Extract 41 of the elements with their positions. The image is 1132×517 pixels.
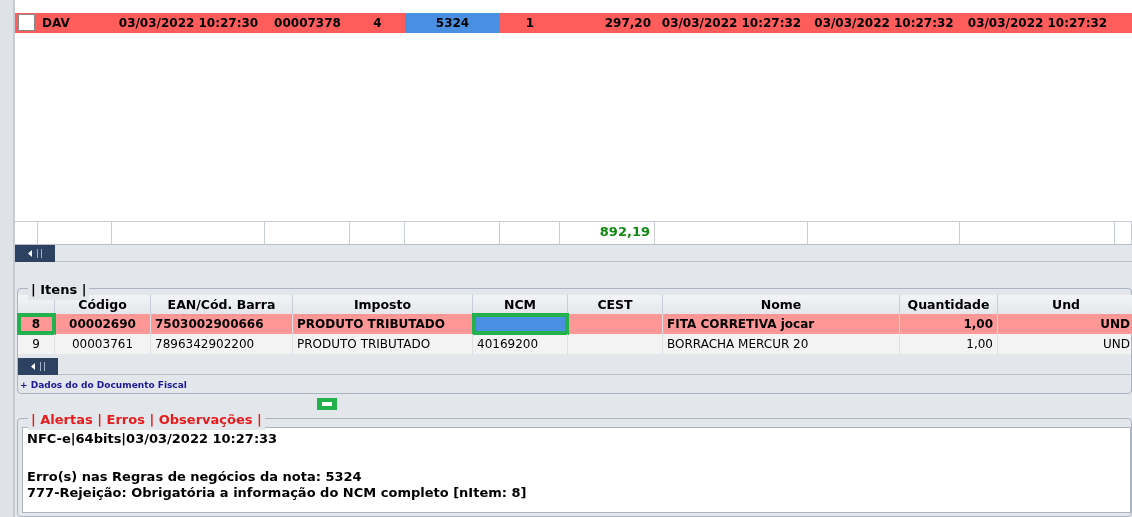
column-header[interactable]: Quantidade (900, 295, 998, 314)
table-cell: PRODUTO TRIBUTADO (293, 334, 473, 354)
table-cell: 00003761 (55, 334, 151, 354)
table-cell-text: 00007378 (273, 15, 342, 32)
table-cell-text: 4 (372, 15, 383, 32)
scroll-arrow-icon (28, 249, 42, 258)
message-line: Erro(s) nas Regras de negócios da nota: 5324 (27, 469, 363, 485)
total-value: 892,19 (560, 221, 655, 244)
column-header[interactable]: CEST (568, 295, 663, 314)
table-cell-text: 03/03/2022 10:27:32 (813, 15, 955, 32)
scrollbar[interactable] (15, 245, 1132, 262)
table-cell: 1,00 (900, 334, 998, 354)
table-cell: UND (998, 334, 1132, 354)
table-cell: 7896342902200 (151, 334, 293, 354)
scroll-arrow-icon (31, 362, 45, 371)
table-cell-text: DAV (41, 15, 71, 32)
table-cell-text: 03/03/2022 10:27:32 (660, 15, 803, 32)
column-header[interactable]: Imposto (293, 295, 473, 314)
splitter-handle[interactable] (317, 398, 337, 410)
message-line: NFC-e|64bits|03/03/2022 10:27:33 (27, 431, 279, 447)
item-row[interactable]: 8 00002690 7503002900666 PRODUTO TRIBUTADO FITA CORRETIVA jocar 1,00 UND (18, 314, 1131, 334)
table-cell-text: 297,20 (603, 15, 652, 32)
row-number: 9 (18, 334, 55, 354)
document-row[interactable]: DAV 03/03/2022 10:27:30 00007378 4 5324 1 297,20 03/03/2022 10:27:32 03/03/2022 10:27:32 03/03/2022 10:27:32 (15, 13, 1132, 33)
table-cell: 40169200 (473, 334, 568, 354)
message-line: 777-Rejeição: Obrigatória a informação do NCM completo [nItem: 8] (27, 485, 528, 501)
table-cell: BORRACHA MERCUR 20 (663, 334, 900, 354)
table-cell-text: 03/03/2022 10:27:30 (117, 15, 260, 32)
scroll-left-button[interactable] (18, 358, 58, 375)
row-number: 8 (18, 314, 55, 334)
table-cell-text: 03/03/2022 10:27:32 (966, 15, 1109, 32)
column-header[interactable]: Nome (663, 295, 900, 314)
scroll-left-button[interactable] (15, 245, 55, 262)
details-link[interactable]: + Dados do do Documento Fiscal (18, 380, 187, 390)
scrollbar[interactable] (18, 358, 1131, 375)
table-cell-text: 1 (524, 15, 536, 32)
column-header[interactable]: EAN/Cód. Barra (151, 295, 293, 314)
checkbox[interactable] (18, 14, 35, 31)
table-cell: 5324 (405, 13, 500, 33)
item-row[interactable]: 9 00003761 7896342902200 PRODUTO TRIBUTADO 40169200 BORRACHA MERCUR 20 1,00 UND (18, 334, 1131, 354)
column-header[interactable]: Und (998, 295, 1132, 314)
